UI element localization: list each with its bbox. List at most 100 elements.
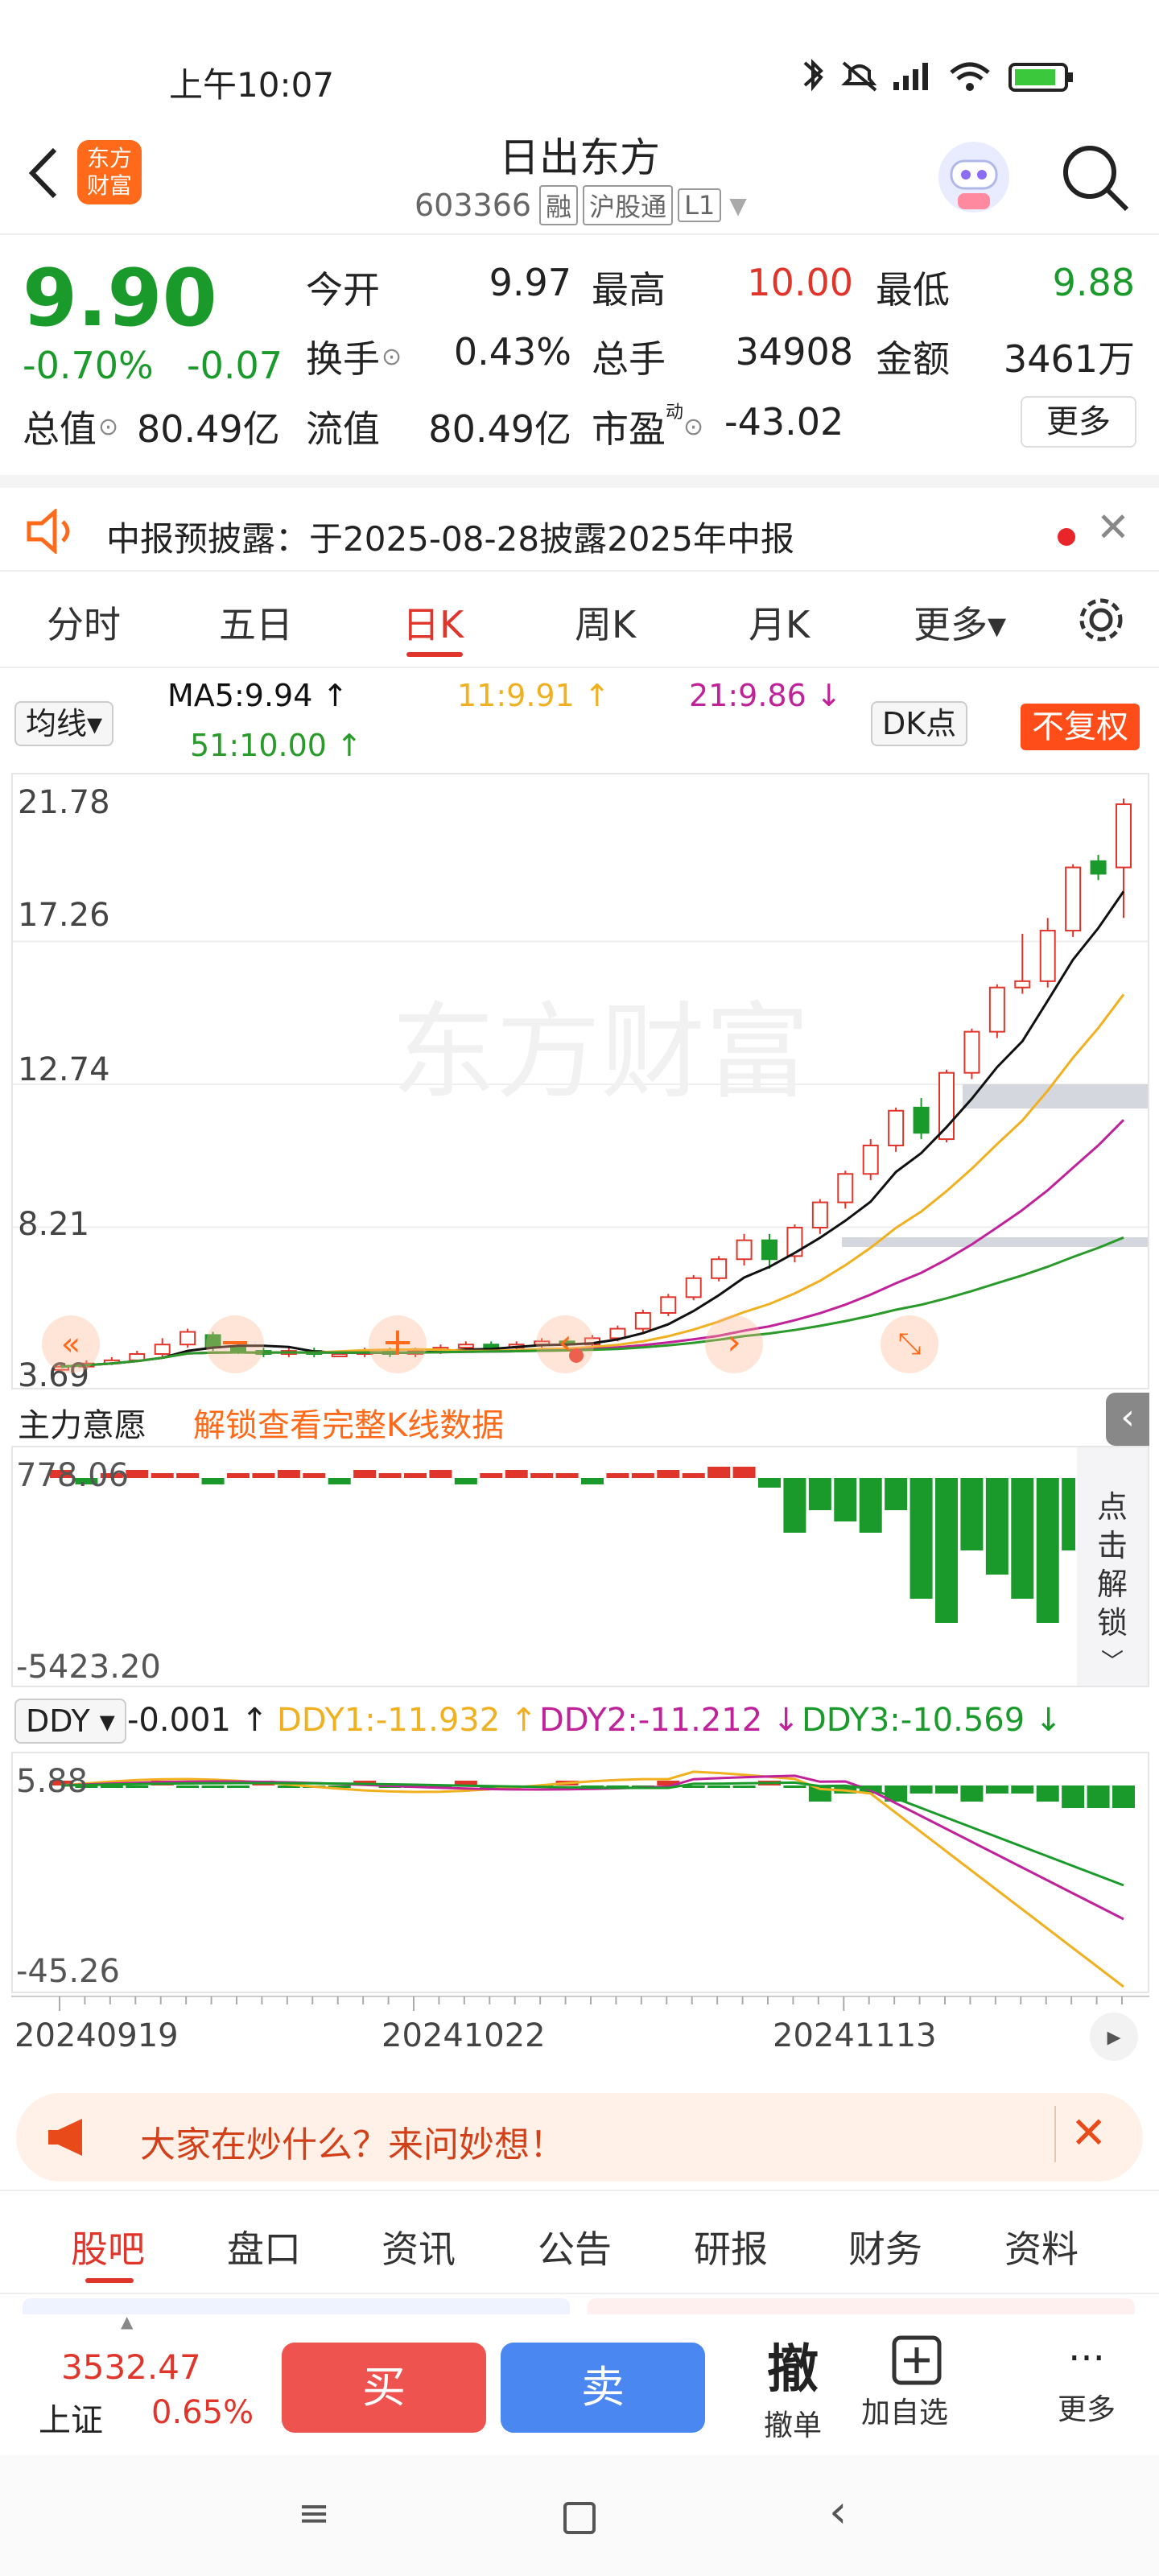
- tab-daily-k[interactable]: 日K: [402, 596, 464, 649]
- float-value: 80.49亿: [428, 407, 571, 451]
- battery-icon: [1008, 63, 1073, 92]
- ma5-line: [60, 890, 1125, 1368]
- index-ticker[interactable]: ▲ 3532.47 上证 0.65%: [16, 2310, 258, 2447]
- tab-news[interactable]: 资讯: [382, 2220, 456, 2273]
- scroll-left-icon[interactable]: ‹: [536, 1315, 594, 1373]
- active-tab-underline: [406, 652, 463, 657]
- ddy-svg: [50, 1770, 1135, 1988]
- close-icon[interactable]: ✕: [1096, 504, 1130, 551]
- candle: [634, 1310, 651, 1332]
- collapse-panel-icon[interactable]: ‹: [1106, 1393, 1149, 1446]
- settings-gear-icon[interactable]: [1075, 594, 1127, 646]
- tab-financials[interactable]: 财务: [848, 2220, 922, 2273]
- turnover-label: 换手: [306, 337, 380, 381]
- play-icon[interactable]: ▸: [1090, 2013, 1138, 2061]
- unlock-link[interactable]: 解锁查看完整K线数据: [193, 1399, 504, 1446]
- more-button[interactable]: 更多: [1021, 396, 1136, 448]
- click-unlock-button[interactable]: 点 击 解 锁 ﹀: [1077, 1447, 1148, 1686]
- cancel-order-button[interactable]: 撤 撤单: [749, 2328, 837, 2444]
- ddy-bar: [909, 1785, 933, 1794]
- flow-bar: [885, 1478, 908, 1510]
- flow-bar: [378, 1473, 402, 1478]
- ddy-bar: [960, 1785, 984, 1802]
- zoom-out-icon[interactable]: −: [206, 1315, 264, 1373]
- flow-bar: [480, 1473, 503, 1478]
- ma51-label: 51:10.00 ↑: [190, 728, 362, 763]
- tab-five-day[interactable]: 五日: [219, 596, 293, 649]
- flow-bar: [606, 1473, 629, 1478]
- search-icon[interactable]: [1054, 137, 1135, 217]
- open-label: 今开: [306, 268, 380, 312]
- mcap-label: 总值: [23, 407, 97, 451]
- stock-code-row[interactable]: 603366 融 沪股通 L1 ▼: [415, 185, 747, 225]
- candle: [154, 1338, 171, 1357]
- kline-svg: 东方财富: [13, 799, 1148, 1372]
- back-nav-icon[interactable]: ‹: [829, 2486, 847, 2538]
- tab-weekly-k[interactable]: 周K: [575, 596, 636, 649]
- scroll-left-fast-icon[interactable]: «: [42, 1315, 100, 1373]
- ddy1-value: DDY1:-11.932 ↑: [277, 1702, 538, 1739]
- status-bar: 上午10:07: [0, 0, 1159, 121]
- scroll-right-icon[interactable]: ›: [705, 1315, 763, 1373]
- flow-bar: [176, 1473, 200, 1478]
- pe-value: -43.02: [724, 400, 844, 444]
- tab-intraday[interactable]: 分时: [47, 596, 121, 649]
- kline-chart[interactable]: 东方财富 21.78 17.26 12.74 8.21 3.69 « − + ‹…: [11, 773, 1149, 1394]
- flow-bar: [960, 1478, 984, 1550]
- candle: [963, 1028, 980, 1080]
- flow-axis-bottom: -5423.20: [16, 1649, 161, 1686]
- tab-research[interactable]: 研报: [694, 2220, 768, 2273]
- tab-order-book[interactable]: 盘口: [227, 2220, 301, 2273]
- adjust-selector[interactable]: 不复权: [1021, 700, 1140, 750]
- flow-header: 主力意愿 解锁查看完整K线数据 ‹: [11, 1391, 1149, 1446]
- candle: [1039, 918, 1056, 988]
- robot-avatar-icon[interactable]: [934, 137, 1014, 217]
- volume-label: 总手: [592, 337, 666, 381]
- low-label: 最低: [876, 268, 950, 312]
- ask-ai-bar[interactable]: 大家在炒什么？来问妙想！ ✕: [16, 2093, 1143, 2182]
- ddy-bar: [1036, 1785, 1059, 1802]
- menu-icon[interactable]: ≡: [298, 2491, 330, 2536]
- signal-icon: [893, 63, 928, 90]
- sell-button[interactable]: 卖: [501, 2343, 705, 2433]
- fullscreen-icon[interactable]: ⤡: [881, 1315, 938, 1373]
- flow-bar: [1062, 1478, 1075, 1550]
- dk-selector[interactable]: DK点: [871, 699, 968, 746]
- add-watchlist-button[interactable]: 加自选: [861, 2334, 948, 2431]
- flow-chart: 778.06 -5423.20 点 击 解 锁 ﹀: [11, 1446, 1149, 1687]
- speaker-icon: [27, 509, 70, 554]
- candle: [1065, 864, 1082, 937]
- flow-bar: [631, 1473, 654, 1478]
- tab-forum[interactable]: 股吧: [71, 2220, 145, 2273]
- tab-profile[interactable]: 资料: [1004, 2220, 1079, 2273]
- status-icons: [803, 59, 1073, 92]
- buy-button[interactable]: 买: [282, 2343, 486, 2433]
- mcap-label-row[interactable]: 总值 ⊙: [23, 400, 118, 453]
- pe-label: 市盈: [592, 407, 666, 451]
- ma-selector[interactable]: 均线▾: [14, 699, 114, 746]
- pe-label-row[interactable]: 市盈 动 ⊙: [592, 400, 703, 453]
- candle: [179, 1328, 196, 1348]
- turnover-label-row[interactable]: 换手 ⊙: [306, 330, 402, 383]
- megaphone-icon: [48, 2119, 82, 2156]
- tab-monthly-k[interactable]: 月K: [749, 596, 810, 649]
- candle: [811, 1199, 828, 1234]
- ddy-bar: [732, 1785, 756, 1788]
- zoom-in-icon[interactable]: +: [369, 1315, 427, 1373]
- float-label: 流值: [306, 407, 380, 451]
- info-icon: ⊙: [683, 412, 704, 441]
- close-icon[interactable]: ✕: [1070, 2107, 1107, 2158]
- add-square-icon: [892, 2335, 942, 2385]
- flow-bar: [201, 1478, 225, 1484]
- notice-bar[interactable]: 中报预披露：于2025-08-28披露2025年中报 ✕: [0, 475, 1159, 572]
- flow-bar: [454, 1478, 477, 1484]
- more-menu-button[interactable]: ··· 更多: [1046, 2339, 1127, 2428]
- ddy-selector[interactable]: DDY ▾: [14, 1699, 126, 1744]
- home-icon[interactable]: [563, 2502, 596, 2534]
- flow-bar: [227, 1473, 250, 1478]
- ddy-bar: [1087, 1785, 1110, 1808]
- tab-announcements[interactable]: 公告: [538, 2220, 612, 2273]
- flow-bar: [126, 1470, 149, 1478]
- ask-text: 大家在炒什么？来问妙想！: [140, 2124, 565, 2165]
- tab-more[interactable]: 更多▾: [914, 596, 1006, 649]
